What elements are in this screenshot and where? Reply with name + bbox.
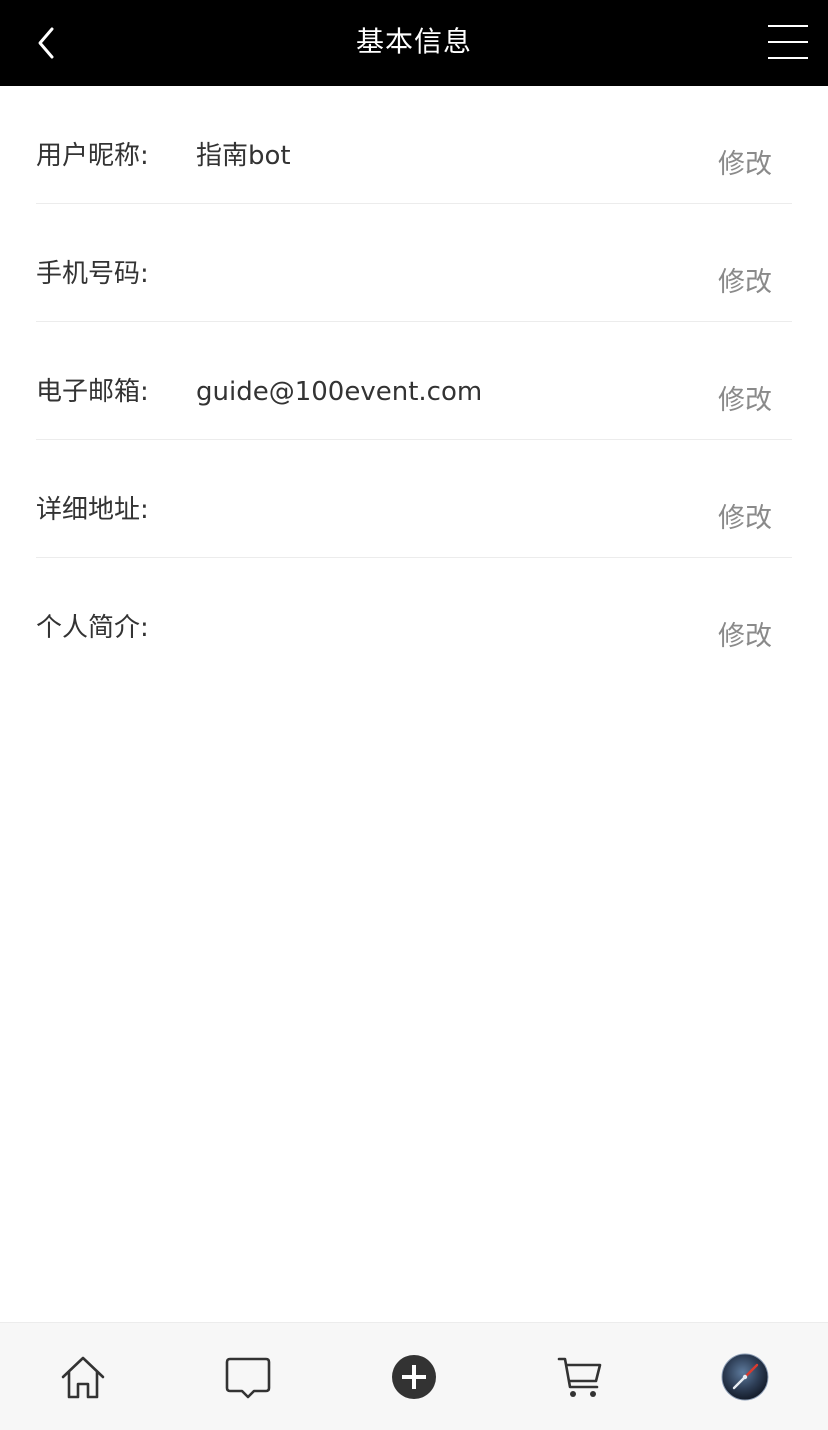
edit-bio-button[interactable]: 修改: [718, 620, 772, 654]
page: 基本信息 用户昵称: 指南bot 修改 手机号码: 修改 电子邮箱: guide…: [0, 0, 828, 1430]
message-icon: [225, 1357, 271, 1399]
edit-email-button[interactable]: 修改: [718, 384, 772, 418]
hamburger-menu-icon: [768, 25, 808, 27]
tab-add[interactable]: [390, 1353, 438, 1401]
field-row-phone: 手机号码: 修改: [36, 204, 792, 322]
field-row-nickname: 用户昵称: 指南bot 修改: [36, 86, 792, 204]
avatar: [721, 1353, 769, 1401]
field-label: 电子邮箱:: [36, 377, 149, 407]
field-value: 指南bot: [196, 141, 291, 171]
tab-cart[interactable]: [556, 1353, 604, 1401]
field-row-address: 详细地址: 修改: [36, 440, 792, 558]
field-row-bio: 个人简介: 修改: [36, 558, 792, 676]
field-value: guide@100event.com: [196, 377, 483, 407]
field-label: 用户昵称:: [36, 141, 149, 171]
field-label: 手机号码:: [36, 259, 149, 289]
tab-profile[interactable]: [721, 1353, 769, 1401]
field-label: 个人简介:: [36, 613, 149, 643]
edit-address-button[interactable]: 修改: [718, 502, 772, 536]
field-row-email: 电子邮箱: guide@100event.com 修改: [36, 322, 792, 440]
edit-phone-button[interactable]: 修改: [718, 266, 772, 300]
cart-icon: [557, 1357, 602, 1397]
tab-messages[interactable]: [224, 1353, 272, 1401]
add-circle-icon: [392, 1355, 436, 1399]
tab-home[interactable]: [59, 1353, 107, 1401]
field-label: 详细地址:: [36, 495, 149, 525]
edit-nickname-button[interactable]: 修改: [718, 148, 772, 182]
info-list: 用户昵称: 指南bot 修改 手机号码: 修改 电子邮箱: guide@100e…: [36, 86, 792, 676]
bottom-tab-bar: [0, 1322, 828, 1430]
home-icon: [61, 1356, 105, 1399]
menu-button[interactable]: [764, 22, 810, 62]
page-title: 基本信息: [355, 25, 472, 58]
top-bar: 基本信息: [0, 0, 828, 86]
